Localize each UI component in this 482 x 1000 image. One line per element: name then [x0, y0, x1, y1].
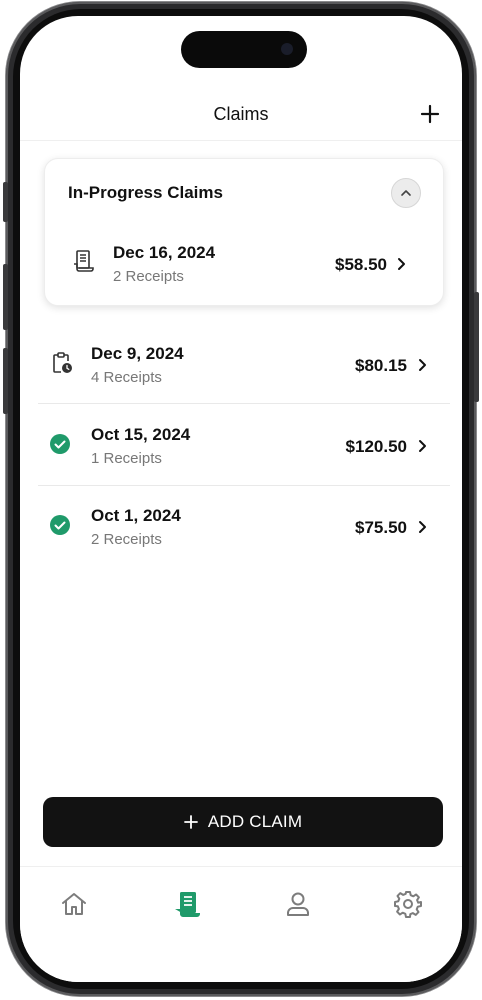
add-claim-label: ADD CLAIM — [207, 812, 303, 831]
side-button — [3, 264, 8, 330]
tab-home[interactable] — [59, 889, 93, 923]
claim-receipts: 2 Receipts — [91, 531, 162, 548]
tab-settings[interactable] — [393, 889, 427, 923]
plus-icon[interactable] — [418, 102, 442, 126]
chevron-right-icon — [416, 357, 428, 373]
receipt-icon — [72, 249, 96, 273]
collapse-button[interactable] — [391, 178, 421, 208]
claim-receipts: 1 Receipts — [91, 450, 162, 467]
header: Claims — [20, 96, 462, 141]
check-circle-icon — [49, 514, 73, 538]
claim-amount: $58.50 — [335, 255, 387, 274]
in-progress-card: In-Progress Claims Dec 16, 2024 2 Receip… — [44, 158, 444, 306]
list-item[interactable]: Dec 9, 2024 4 Receipts $80.15 — [20, 323, 462, 403]
list-item[interactable]: Oct 1, 2024 2 Receipts $75.50 — [20, 486, 462, 566]
clipboard-clock-icon — [50, 351, 74, 375]
claim-receipts: 4 Receipts — [91, 369, 162, 386]
gear-icon — [394, 891, 422, 918]
chevron-up-icon — [401, 190, 411, 196]
home-icon — [62, 893, 86, 915]
add-claim-button[interactable]: ADD CLAIM — [43, 797, 443, 847]
claim-date: Oct 15, 2024 — [91, 425, 191, 444]
side-button — [3, 348, 8, 414]
claim-amount: $120.50 — [345, 437, 407, 456]
chevron-right-icon — [416, 438, 428, 454]
tab-bar — [20, 866, 462, 982]
page-title: Claims — [213, 104, 269, 124]
claim-date: Dec 9, 2024 — [91, 344, 184, 363]
screen: Claims In-Progress Claims Dec 16, 2024 2… — [20, 16, 462, 982]
claim-date: Oct 1, 2024 — [91, 506, 181, 525]
claim-date: Dec 16, 2024 — [113, 243, 216, 262]
tab-claims[interactable] — [171, 889, 205, 923]
check-circle-icon — [49, 433, 73, 457]
chevron-right-icon — [395, 256, 407, 272]
side-button — [474, 292, 479, 402]
in-progress-title: In-Progress Claims — [68, 183, 223, 202]
receipt-icon — [175, 892, 200, 917]
plus-icon — [183, 815, 198, 829]
camera — [281, 43, 293, 55]
claim-amount: $80.15 — [355, 356, 407, 375]
claim-amount: $75.50 — [355, 518, 407, 537]
in-progress-claim-row[interactable]: Dec 16, 2024 2 Receipts $58.50 — [45, 229, 443, 289]
list-item[interactable]: Oct 15, 2024 1 Receipts $120.50 — [20, 404, 462, 484]
user-icon — [287, 892, 309, 916]
tab-profile[interactable] — [283, 889, 317, 923]
side-button — [3, 182, 8, 222]
claim-receipts: 2 Receipts — [113, 268, 184, 285]
chevron-right-icon — [416, 519, 428, 535]
dynamic-island — [181, 31, 307, 68]
